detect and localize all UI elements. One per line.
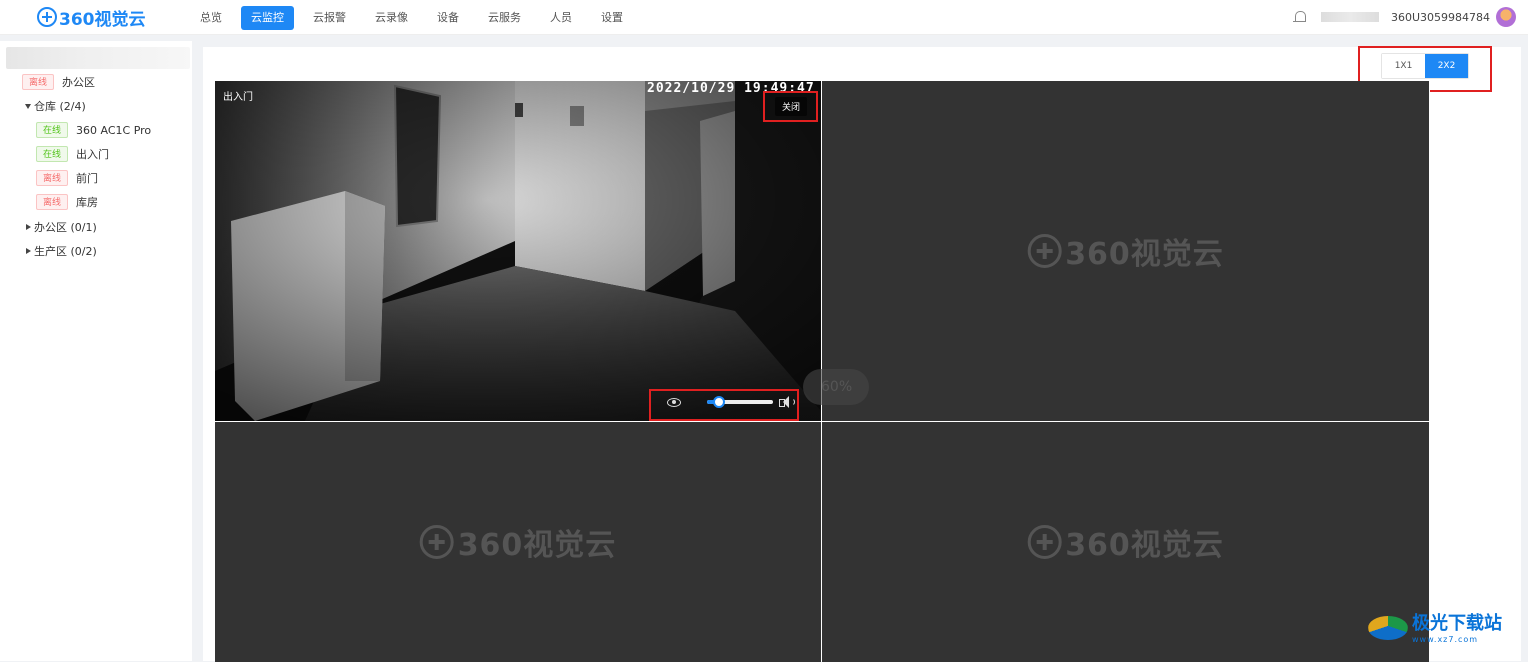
logo-mark-icon xyxy=(1027,525,1062,559)
logo-mark-icon xyxy=(37,7,57,27)
nav-item-cloud-services[interactable]: 云服务 xyxy=(478,6,531,30)
nav-item-cloud-alarm[interactable]: 云报警 xyxy=(303,6,356,30)
zoom-level-badge: 60% xyxy=(803,369,869,405)
nav-item-settings[interactable]: 设置 xyxy=(591,6,633,30)
caret-right-icon[interactable] xyxy=(26,224,31,230)
nav-item-overview[interactable]: 总览 xyxy=(190,6,232,30)
tree-node-label: 办公区 xyxy=(62,76,96,89)
placeholder-watermark: 360视觉云 xyxy=(1027,229,1224,273)
account-id[interactable]: 360U3059984784 xyxy=(1391,11,1490,24)
tree-node-label: 360 AC1C Pro xyxy=(76,123,152,137)
monitor-main: 1X1 2X2 出入门 2022/10/29 19:49:47 关闭 360视觉… xyxy=(203,46,1521,662)
video-cell-3[interactable]: 360视觉云 xyxy=(215,422,821,662)
caret-right-icon[interactable] xyxy=(26,248,31,254)
main-nav: 总览 云监控 云报警 云录像 设备 云服务 人员 设置 xyxy=(190,6,642,30)
logo-text: 360视觉云 xyxy=(59,9,146,30)
bell-icon[interactable] xyxy=(1292,10,1307,24)
status-badge: 离线 xyxy=(36,170,69,186)
camera-feed[interactable]: 出入门 2022/10/29 19:49:47 关闭 xyxy=(215,81,821,421)
logo-mark-icon xyxy=(1027,234,1062,268)
nav-item-devices[interactable]: 设备 xyxy=(427,6,469,30)
placeholder-watermark: 360视觉云 xyxy=(1027,520,1224,564)
watermark-text: 360视觉云 xyxy=(1065,528,1224,563)
status-badge: 离线 xyxy=(22,74,55,90)
watermark-text: 360视觉云 xyxy=(457,528,617,563)
blurred-org-name xyxy=(6,47,190,69)
highlight-box-controls xyxy=(649,389,799,421)
nav-item-cloud-recording[interactable]: 云录像 xyxy=(365,6,418,30)
highlight-box-close xyxy=(763,91,818,122)
site-watermark-subtitle: www.xz7.com xyxy=(1412,634,1479,644)
brand-logo[interactable]: 360视觉云 xyxy=(37,6,146,30)
status-badge: 在线 xyxy=(36,146,69,162)
tree-node-storeroom[interactable]: 离线 库房 xyxy=(36,193,98,211)
video-cell-2[interactable]: 360视觉云 xyxy=(822,81,1429,421)
tree-group-label: 办公区 (0/1) xyxy=(34,221,97,234)
video-cell-4[interactable]: 360视觉云 xyxy=(822,422,1429,662)
tree-group-label: 仓库 (2/4) xyxy=(34,100,86,113)
tree-node-office-offline[interactable]: 离线 办公区 xyxy=(22,73,95,91)
video-cell-1[interactable]: 出入门 2022/10/29 19:49:47 关闭 xyxy=(215,81,821,421)
caret-down-icon[interactable] xyxy=(25,103,31,109)
camera-frame-image xyxy=(215,81,821,421)
tree-node-front-door[interactable]: 离线 前门 xyxy=(36,169,98,187)
site-watermark: 极光下载站 www.xz7.com xyxy=(1368,606,1502,646)
tree-node-label: 库房 xyxy=(76,196,99,209)
user-area: 360U3059984784 xyxy=(1292,7,1516,27)
site-logo-icon xyxy=(1368,616,1408,640)
tree-group-warehouse[interactable]: 仓库 (2/4) xyxy=(25,97,86,115)
tree-node-entrance[interactable]: 在线 出入门 xyxy=(36,145,109,163)
watermark-text: 360视觉云 xyxy=(1065,237,1224,272)
tree-node-label: 出入门 xyxy=(76,148,110,161)
tree-group-office[interactable]: 办公区 (0/1) xyxy=(26,218,97,236)
avatar[interactable] xyxy=(1496,7,1516,27)
device-tree-sidebar: 离线 办公区 仓库 (2/4) 在线 360 AC1C Pro 在线 出入门 离… xyxy=(0,41,192,661)
blurred-username xyxy=(1320,12,1379,22)
site-watermark-text: 极光下载站 www.xz7.com xyxy=(1412,609,1502,644)
nav-item-people[interactable]: 人员 xyxy=(540,6,582,30)
placeholder-watermark: 360视觉云 xyxy=(419,520,617,564)
status-badge: 离线 xyxy=(36,194,69,210)
logo-mark-icon xyxy=(419,525,454,559)
camera-name: 出入门 xyxy=(223,92,253,103)
nav-item-cloud-monitor[interactable]: 云监控 xyxy=(241,6,294,30)
site-watermark-title: 极光下载站 xyxy=(1412,612,1502,634)
status-badge: 在线 xyxy=(36,122,69,138)
tree-group-production[interactable]: 生产区 (0/2) xyxy=(26,242,97,260)
tree-group-label: 生产区 (0/2) xyxy=(34,245,97,258)
top-bar: 360视觉云 总览 云监控 云报警 云录像 设备 云服务 人员 设置 360U3… xyxy=(0,0,1528,35)
tree-node-ac1c[interactable]: 在线 360 AC1C Pro xyxy=(36,121,151,139)
tree-node-label: 前门 xyxy=(76,172,99,185)
